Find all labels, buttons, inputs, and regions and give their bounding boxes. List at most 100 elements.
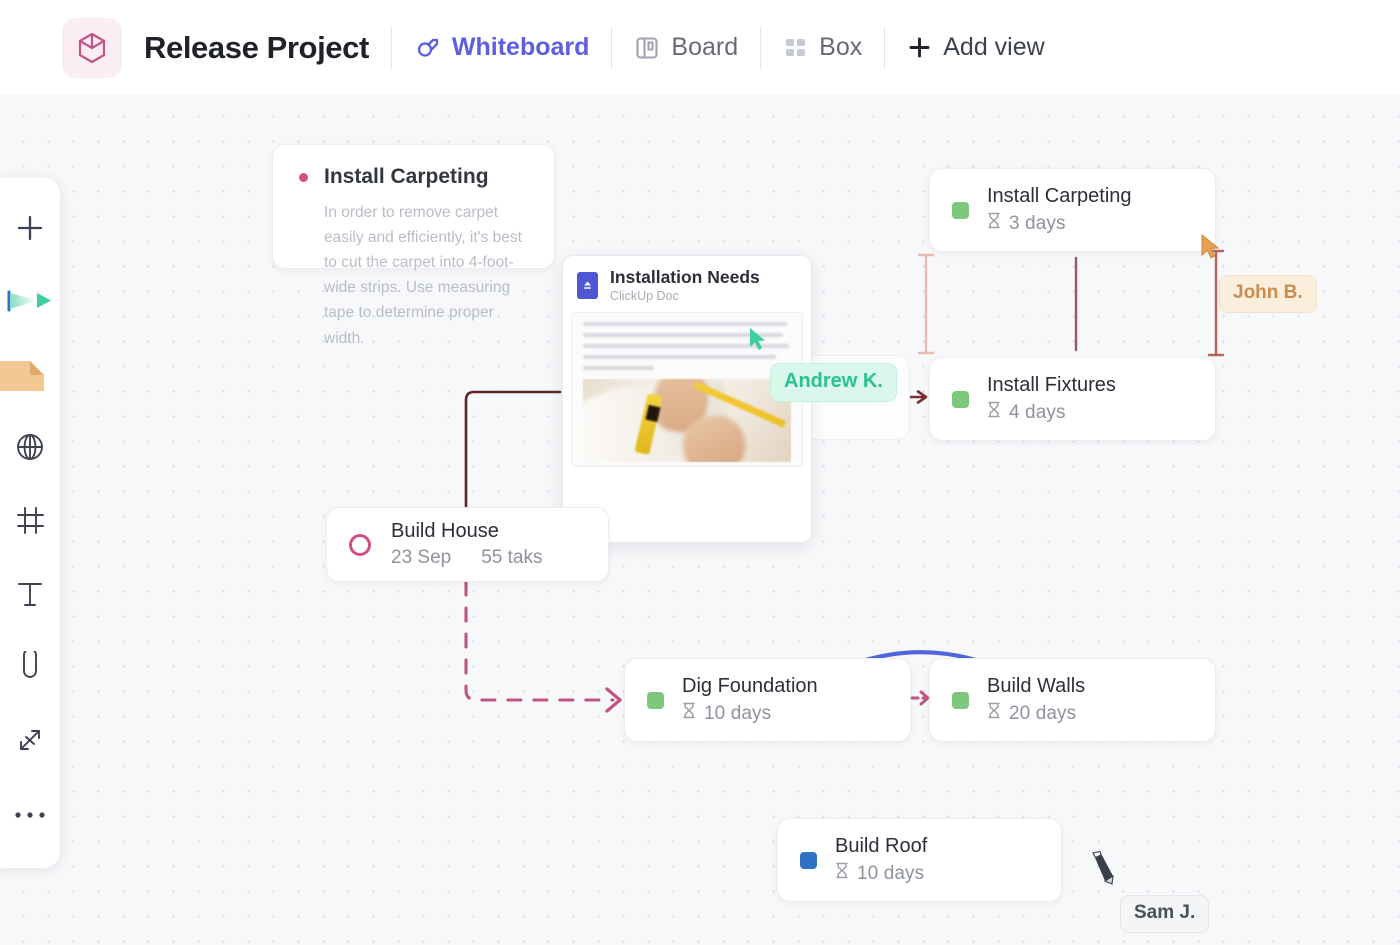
- left-toolbar[interactable]: [0, 178, 60, 868]
- cursor-andrew-k: [748, 327, 770, 358]
- cursor-label-sam-j: Sam J.: [1120, 895, 1210, 933]
- cursor-label-andrew-k: Andrew K.: [770, 363, 897, 402]
- status-badge: [800, 851, 817, 869]
- collaborator-name: Andrew K.: [784, 370, 883, 392]
- page-title: Release Project: [144, 29, 369, 65]
- status-badge: [952, 201, 969, 219]
- sticky-note-title: Install Carpeting: [324, 165, 489, 188]
- task-meta: 10 days: [835, 862, 927, 885]
- task-title: Build House: [391, 520, 499, 542]
- text-tool-button[interactable]: [0, 566, 60, 626]
- hourglass-icon: [987, 702, 1001, 725]
- ellipsis-icon: [14, 807, 46, 825]
- task-card-body: Install Fixtures 4 days: [987, 374, 1116, 424]
- frame-grid-icon: [15, 505, 46, 541]
- status-badge: [647, 691, 664, 709]
- task-meta: 23 Sep 55 taks: [391, 547, 543, 569]
- tab-board-label: Board: [671, 33, 739, 61]
- task-duration: 4 days: [1009, 401, 1066, 423]
- bullet-dot-icon: [299, 172, 308, 182]
- task-card-body: Dig Foundation 10 days: [682, 675, 818, 725]
- task-meta: 20 days: [987, 702, 1085, 725]
- board-icon: [634, 35, 660, 61]
- attachment-tool-button[interactable]: [0, 640, 60, 700]
- more-tools-button[interactable]: [0, 786, 60, 846]
- tab-whiteboard[interactable]: Whiteboard: [414, 33, 590, 62]
- task-card-dig-foundation[interactable]: Dig Foundation 10 days: [624, 658, 911, 742]
- app-header: Release Project Whiteboard Board Box Add…: [0, 0, 1400, 95]
- shape-tool-button[interactable]: [0, 420, 60, 480]
- sticky-note-icon: [0, 353, 48, 400]
- doc-subtitle: ClickUp Doc: [610, 289, 679, 303]
- task-card-build-walls[interactable]: Build Walls 20 days: [929, 658, 1216, 742]
- collaborator-name: John B.: [1233, 282, 1303, 303]
- tab-box-label: Box: [819, 33, 863, 61]
- task-duration: 10 days: [857, 862, 925, 884]
- globe-icon: [14, 431, 46, 468]
- sticky-note-tool-button[interactable]: [0, 347, 60, 407]
- task-meta: 10 days: [682, 702, 818, 725]
- select-tool-button[interactable]: [0, 273, 60, 333]
- tab-box[interactable]: Box: [783, 33, 862, 62]
- whiteboard-app: Release Project Whiteboard Board Box Add…: [0, 0, 1400, 945]
- task-title: Dig Foundation: [682, 675, 818, 697]
- doc-title: Installation Needs: [610, 267, 760, 287]
- task-card-install-fixtures[interactable]: Install Fixtures 4 days: [929, 357, 1216, 441]
- task-card-build-roof[interactable]: Build Roof 10 days: [777, 818, 1062, 902]
- task-card-body: Build Roof 10 days: [835, 835, 927, 885]
- task-duration: 10 days: [704, 702, 772, 724]
- cube-icon[interactable]: [62, 17, 122, 78]
- status-badge: [952, 691, 969, 709]
- text-t-icon: [15, 579, 45, 614]
- clickup-doc-icon: [577, 271, 598, 299]
- frame-tool-button[interactable]: [0, 493, 60, 553]
- task-card-install-carpeting[interactable]: Install Carpeting 3 days: [929, 168, 1216, 252]
- header-divider-3: [760, 25, 762, 70]
- hourglass-icon: [987, 401, 1001, 424]
- add-tool-button[interactable]: [0, 200, 60, 260]
- status-badge: [349, 533, 371, 556]
- whiteboard-icon: [414, 34, 441, 61]
- task-title: Install Fixtures: [987, 374, 1116, 396]
- task-card-build-house[interactable]: Build House 23 Sep 55 taks: [326, 507, 609, 582]
- sticky-note-body: In order to remove carpet easily and eff…: [324, 204, 522, 347]
- task-count: 55 taks: [481, 547, 543, 568]
- task-title: Build Walls: [987, 675, 1086, 697]
- task-meta: 3 days: [987, 212, 1132, 235]
- sticky-note-header: Install Carpeting: [299, 165, 528, 189]
- sticky-note-install-carpeting[interactable]: Install Carpeting In order to remove car…: [272, 144, 555, 347]
- plus-icon: [15, 213, 45, 248]
- add-view-label: Add view: [943, 33, 1045, 61]
- paperclip-icon: [15, 648, 45, 688]
- task-card-body: Install Carpeting 3 days: [987, 185, 1132, 235]
- header-divider-2: [611, 25, 613, 70]
- doc-preview-photo: [583, 379, 791, 462]
- cursor-john-b: [1200, 233, 1223, 267]
- tab-board[interactable]: Board: [634, 33, 738, 62]
- whiteboard-canvas[interactable]: Install Carpeting In order to remove car…: [0, 95, 1400, 945]
- task-title: Install Carpeting: [987, 185, 1132, 207]
- dimension-line-left: [917, 253, 935, 355]
- task-duration: 3 days: [1009, 212, 1066, 234]
- status-badge: [952, 390, 969, 408]
- hourglass-icon: [682, 702, 696, 725]
- task-card-body: Build Walls 20 days: [987, 675, 1085, 725]
- tab-whiteboard-label: Whiteboard: [451, 33, 590, 61]
- cursor-sam-j: [1088, 850, 1120, 893]
- connector-arrows-icon: [15, 725, 45, 760]
- task-date: 23 Sep: [391, 547, 452, 568]
- hourglass-icon: [835, 862, 849, 885]
- task-card-body: Build House 23 Sep 55 taks: [391, 520, 543, 569]
- header-divider-4: [884, 25, 886, 70]
- doc-card-header: Installation Needs ClickUp Doc: [563, 256, 811, 312]
- cursor-label-john-b: John B.: [1219, 275, 1317, 313]
- task-meta: 4 days: [987, 401, 1116, 424]
- box-grid-icon: [783, 35, 808, 60]
- connector-tool-button[interactable]: [0, 713, 60, 773]
- collaborator-name: Sam J.: [1134, 902, 1196, 923]
- task-title: Build Roof: [835, 835, 928, 857]
- header-divider-1: [390, 25, 392, 70]
- task-duration: 20 days: [1009, 702, 1077, 724]
- add-view-button[interactable]: Add view: [907, 33, 1045, 62]
- plus-icon: [907, 35, 932, 60]
